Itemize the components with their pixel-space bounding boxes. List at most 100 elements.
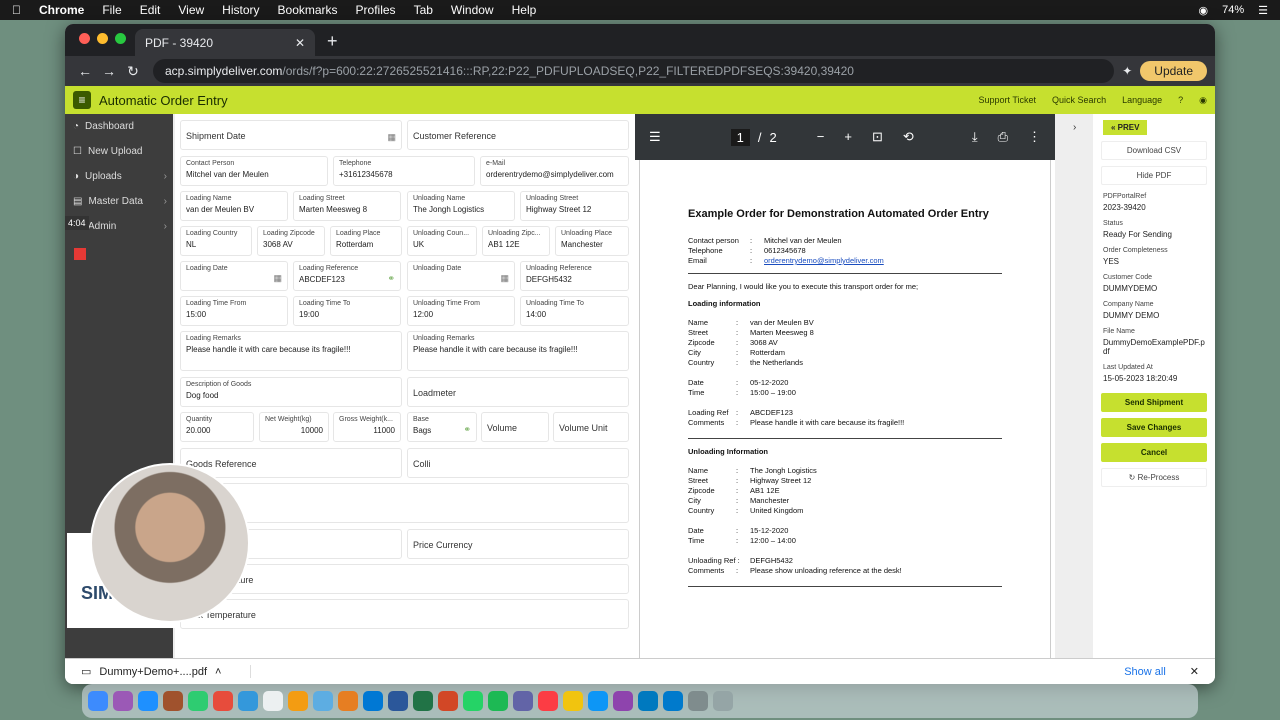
trash-icon[interactable] xyxy=(713,691,733,711)
apple-icon[interactable]:  xyxy=(12,3,21,17)
min-temperature-field[interactable]: Min Temperature xyxy=(180,564,629,594)
unloading-reference-field[interactable]: Unloading Reference DEFGH5432 xyxy=(520,261,629,291)
chevron-up-icon[interactable]: ˄ xyxy=(215,666,221,678)
cancel-button[interactable]: Cancel xyxy=(1101,443,1207,462)
save-changes-button[interactable]: Save Changes xyxy=(1101,418,1207,437)
calendar-icon[interactable] xyxy=(263,691,283,711)
powerpoint-icon[interactable] xyxy=(438,691,458,711)
loading-time-to-field[interactable]: Loading Time To 19:00 xyxy=(293,296,401,326)
unloading-remarks-field[interactable]: Unloading Remarks Please handle it with c… xyxy=(407,331,629,371)
stop-recording-button[interactable] xyxy=(74,248,86,260)
more-icon[interactable]: ⋮ xyxy=(1028,129,1041,145)
contact-person-field[interactable]: Contact Person Mitchel van der Meulen xyxy=(180,156,328,186)
prev-button[interactable]: « PREV xyxy=(1103,120,1148,135)
loading-date-field[interactable]: Loading Date ▦ xyxy=(180,261,288,291)
description-of-goods-field[interactable]: Description of Goods Dog food xyxy=(180,377,402,407)
extensions-icon[interactable]: ✦ xyxy=(1122,64,1132,78)
goods-reference-field[interactable]: Goods Reference xyxy=(180,448,402,478)
menu-tab[interactable]: Tab xyxy=(414,3,433,17)
menu-app[interactable]: Chrome xyxy=(39,3,84,17)
colli-field[interactable]: Colli xyxy=(407,448,629,478)
launchpad-icon[interactable] xyxy=(113,691,133,711)
safari-icon[interactable] xyxy=(138,691,158,711)
app-icon[interactable] xyxy=(163,691,183,711)
menu-view[interactable]: View xyxy=(178,3,204,17)
music-icon[interactable] xyxy=(538,691,558,711)
new-tab-button[interactable]: + xyxy=(327,31,338,52)
price-currency-field[interactable]: Price Currency xyxy=(407,529,629,559)
sidebar-item-new-upload[interactable]: ☐ New Upload xyxy=(65,139,173,164)
base-field[interactable]: Base Bags ⚭ xyxy=(407,412,477,442)
send-shipment-button[interactable]: Send Shipment xyxy=(1101,393,1207,412)
close-icon[interactable]: ✕ xyxy=(1190,665,1199,678)
max-temperature-field[interactable]: Max Temperature xyxy=(180,599,629,629)
language-menu[interactable]: Language xyxy=(1122,95,1162,106)
photos-icon[interactable] xyxy=(288,691,308,711)
sidebar-item-dashboard[interactable]: ◔ Dashboard xyxy=(65,114,173,139)
unloading-zipcode-field[interactable]: Unloading Zipc... AB1 12E xyxy=(482,226,550,256)
unloading-country-field[interactable]: Unloading Coun... UK xyxy=(407,226,477,256)
reload-icon[interactable]: ↻ xyxy=(121,63,145,80)
unloading-time-to-field[interactable]: Unloading Time To 14:00 xyxy=(520,296,629,326)
battery-level[interactable]: 74% xyxy=(1222,4,1244,16)
unloading-time-from-field[interactable]: Unloading Time From 12:00 xyxy=(407,296,515,326)
telephone-field[interactable]: Telephone +31612345678 xyxy=(333,156,475,186)
zoom-out-icon[interactable]: − xyxy=(817,129,825,145)
calendar-icon[interactable]: ▦ xyxy=(500,273,509,284)
hamburger-icon[interactable]: ☰ xyxy=(649,129,661,145)
whatsapp-icon[interactable] xyxy=(463,691,483,711)
re-process-button[interactable]: ↻ Re-Process xyxy=(1101,468,1207,487)
control-center-icon[interactable]: ☰ xyxy=(1258,4,1268,17)
notes-icon[interactable] xyxy=(563,691,583,711)
podcasts-icon[interactable] xyxy=(613,691,633,711)
chrome-icon[interactable] xyxy=(213,691,233,711)
unloading-street-field[interactable]: Unloading Street Highway Street 12 xyxy=(520,191,629,221)
finder-icon[interactable] xyxy=(88,691,108,711)
remarks-field[interactable]: Remarks xyxy=(180,483,629,523)
excel-icon[interactable] xyxy=(413,691,433,711)
calendar-icon[interactable]: ▦ xyxy=(387,132,396,143)
quantity-field[interactable]: Quantity 20.000 xyxy=(180,412,254,442)
wifi-icon[interactable]: ◉ xyxy=(1198,4,1208,17)
zoom-window-button[interactable] xyxy=(115,33,126,44)
outlook-icon[interactable] xyxy=(363,691,383,711)
back-icon[interactable]: ← xyxy=(73,63,97,79)
sidebar-item-master-data[interactable]: ▤ Master Data › xyxy=(65,189,173,214)
trello-icon[interactable] xyxy=(638,691,658,711)
app-icon[interactable] xyxy=(338,691,358,711)
link-icon[interactable]: ⚭ xyxy=(387,273,395,284)
menu-file[interactable]: File xyxy=(102,3,121,17)
appstore-icon[interactable] xyxy=(588,691,608,711)
loadmeter-field[interactable]: Loadmeter xyxy=(407,377,629,407)
close-tab-icon[interactable]: ✕ xyxy=(295,36,305,50)
word-icon[interactable] xyxy=(388,691,408,711)
loading-place-field[interactable]: Loading Place Rotterdam xyxy=(330,226,402,256)
facetime-icon[interactable] xyxy=(188,691,208,711)
zoom-in-icon[interactable]: + xyxy=(844,129,852,145)
forward-icon[interactable]: → xyxy=(97,63,121,79)
download-icon[interactable]: ⤓ xyxy=(972,129,978,145)
net-weight-field[interactable]: Net Weight(kg) 10000 xyxy=(259,412,329,442)
shipment-date-field[interactable]: Shipment Date ▦ xyxy=(180,120,402,150)
support-ticket-link[interactable]: Support Ticket xyxy=(979,95,1037,106)
rotate-icon[interactable]: ⟲ xyxy=(903,129,914,145)
sidebar-item-uploads[interactable]: ◑ Uploads › xyxy=(65,164,173,189)
chevron-right-icon[interactable]: › xyxy=(1073,122,1076,133)
fit-page-icon[interactable]: ⊡ xyxy=(872,129,883,145)
page-number-input[interactable]: 1 xyxy=(730,128,750,146)
unloading-date-field[interactable]: Unloading Date ▦ xyxy=(407,261,515,291)
hide-pdf-button[interactable]: Hide PDF xyxy=(1101,166,1207,185)
download-csv-button[interactable]: Download CSV xyxy=(1101,141,1207,160)
gross-weight-field[interactable]: Gross Weight(k... 11000 xyxy=(333,412,401,442)
quick-search-link[interactable]: Quick Search xyxy=(1052,95,1106,106)
menu-bookmarks[interactable]: Bookmarks xyxy=(278,3,338,17)
loading-time-from-field[interactable]: Loading Time From 15:00 xyxy=(180,296,288,326)
app-icon[interactable] xyxy=(688,691,708,711)
link-icon[interactable]: ⚭ xyxy=(463,424,471,435)
unloading-place-field[interactable]: Unloading Place Manchester xyxy=(555,226,629,256)
unloading-name-field[interactable]: Unloading Name The Jongh Logistics xyxy=(407,191,515,221)
email-field[interactable]: e-Mail orderentrydemo@simplydeliver.com xyxy=(480,156,629,186)
menu-history[interactable]: History xyxy=(222,3,259,17)
user-icon[interactable]: ◉ xyxy=(1199,95,1207,106)
minimize-window-button[interactable] xyxy=(97,33,108,44)
